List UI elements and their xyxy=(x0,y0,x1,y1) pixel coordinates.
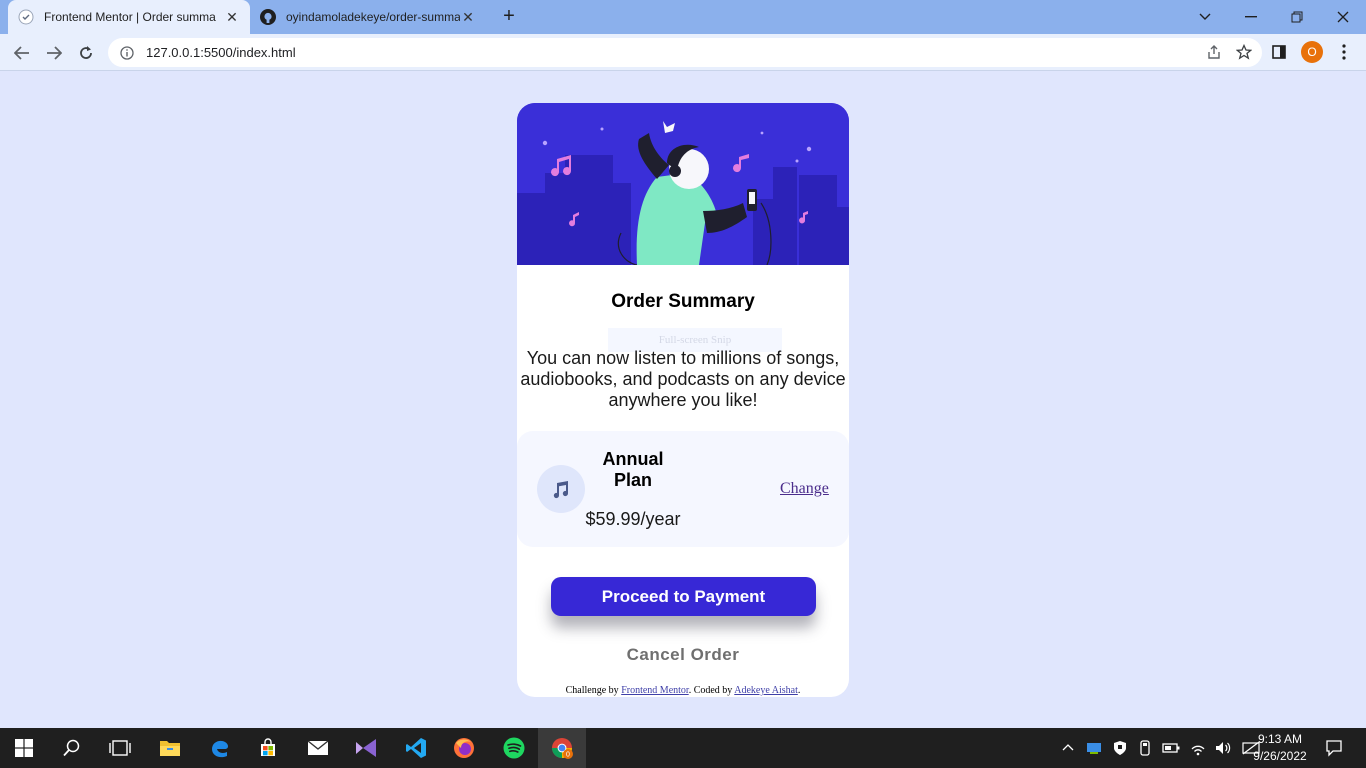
chrome-badge: 0 xyxy=(566,752,570,759)
file-explorer-icon[interactable] xyxy=(146,728,194,768)
restore-icon[interactable] xyxy=(1274,0,1320,34)
globe-icon xyxy=(18,9,34,25)
battery-icon[interactable] xyxy=(1162,742,1180,754)
github-icon xyxy=(260,9,276,25)
attribution: Challenge by Frontend Mentor. Coded by A… xyxy=(517,685,849,696)
url-text[interactable]: 127.0.0.1:5500/index.html xyxy=(146,45,296,60)
tab-github[interactable]: oyindamoladekeye/order-summa ✕ xyxy=(250,0,486,34)
close-window-icon[interactable] xyxy=(1320,0,1366,34)
monitor-app-icon[interactable] xyxy=(1086,740,1102,756)
cancel-order-button[interactable]: Cancel Order xyxy=(517,645,849,665)
spotify-icon[interactable] xyxy=(490,728,538,768)
search-icon[interactable] xyxy=(48,728,96,768)
tab-search-icon[interactable] xyxy=(1182,0,1228,34)
chevron-up-icon[interactable] xyxy=(1060,740,1076,756)
share-icon[interactable] xyxy=(1206,44,1222,60)
visual-studio-icon[interactable] xyxy=(342,728,390,768)
attribution-suffix: . xyxy=(797,685,801,696)
card-description: You can now listen to millions of songs,… xyxy=(520,348,846,410)
plan-price: $59.99/year xyxy=(585,509,681,529)
address-bar[interactable]: 127.0.0.1:5500/index.html xyxy=(108,38,1262,67)
profile-avatar[interactable]: O xyxy=(1299,39,1325,65)
firefox-icon[interactable] xyxy=(440,728,488,768)
minimize-icon[interactable] xyxy=(1228,0,1274,34)
system-tray xyxy=(1060,728,1260,768)
info-icon[interactable] xyxy=(120,45,134,60)
clock-date: 9/26/2022 xyxy=(1253,749,1307,763)
proceed-to-payment-button[interactable]: Proceed to Payment xyxy=(551,577,816,616)
windows-start-icon[interactable] xyxy=(0,728,48,768)
forward-arrow-icon[interactable] xyxy=(40,39,68,67)
frontend-mentor-link[interactable]: Frontend Mentor xyxy=(621,685,689,696)
change-plan-link[interactable]: Change xyxy=(780,480,829,498)
bookmark-star-icon[interactable] xyxy=(1236,44,1252,60)
wifi-icon[interactable] xyxy=(1190,740,1206,756)
back-arrow-icon[interactable] xyxy=(8,39,36,67)
mail-icon[interactable] xyxy=(294,728,342,768)
vscode-icon[interactable] xyxy=(392,728,440,768)
order-summary-card: Order Summary Full-screen Snip You can n… xyxy=(517,103,849,697)
side-panel-icon[interactable] xyxy=(1266,39,1292,65)
tab-title: Frontend Mentor | Order summa xyxy=(44,10,216,24)
volume-icon[interactable] xyxy=(1214,740,1232,756)
new-tab-button[interactable]: + xyxy=(498,5,520,27)
browser-toolbar: 127.0.0.1:5500/index.html O xyxy=(0,34,1366,71)
attribution-middle: . Coded by xyxy=(688,685,735,696)
chrome-icon[interactable]: 0 xyxy=(538,728,586,768)
browser-tab-strip: Frontend Mentor | Order summa ✕ oyindamo… xyxy=(0,0,1366,34)
tab-frontend-mentor[interactable]: Frontend Mentor | Order summa ✕ xyxy=(8,0,250,34)
security-shield-icon[interactable] xyxy=(1112,740,1128,756)
plan-box: Annual Plan $59.99/year Change xyxy=(517,431,849,547)
close-icon[interactable]: ✕ xyxy=(460,9,476,26)
clock-time: 9:13 AM xyxy=(1257,732,1303,746)
taskbar-clock[interactable]: 9:13 AM 9/26/2022 xyxy=(1248,731,1312,765)
hero-illustration xyxy=(517,103,849,266)
tab-title: oyindamoladekeye/order-summa xyxy=(286,10,460,24)
microsoft-store-icon[interactable] xyxy=(244,728,292,768)
menu-kebab-icon[interactable] xyxy=(1331,39,1357,65)
close-icon[interactable]: ✕ xyxy=(224,9,240,26)
attribution-prefix: Challenge by xyxy=(565,685,622,696)
music-note-icon xyxy=(537,465,585,513)
card-title: Order Summary xyxy=(611,291,755,312)
reload-icon[interactable] xyxy=(72,39,100,67)
usb-device-icon[interactable] xyxy=(1138,740,1152,756)
notification-icon[interactable] xyxy=(1310,728,1358,768)
author-link[interactable]: Adekeye Aishat xyxy=(734,685,798,696)
edge-browser-icon[interactable] xyxy=(196,728,244,768)
task-view-icon[interactable] xyxy=(96,728,144,768)
windows-taskbar: 0 9:13 AM 9/26/2022 xyxy=(0,728,1366,768)
plan-name: Annual Plan xyxy=(602,449,664,490)
